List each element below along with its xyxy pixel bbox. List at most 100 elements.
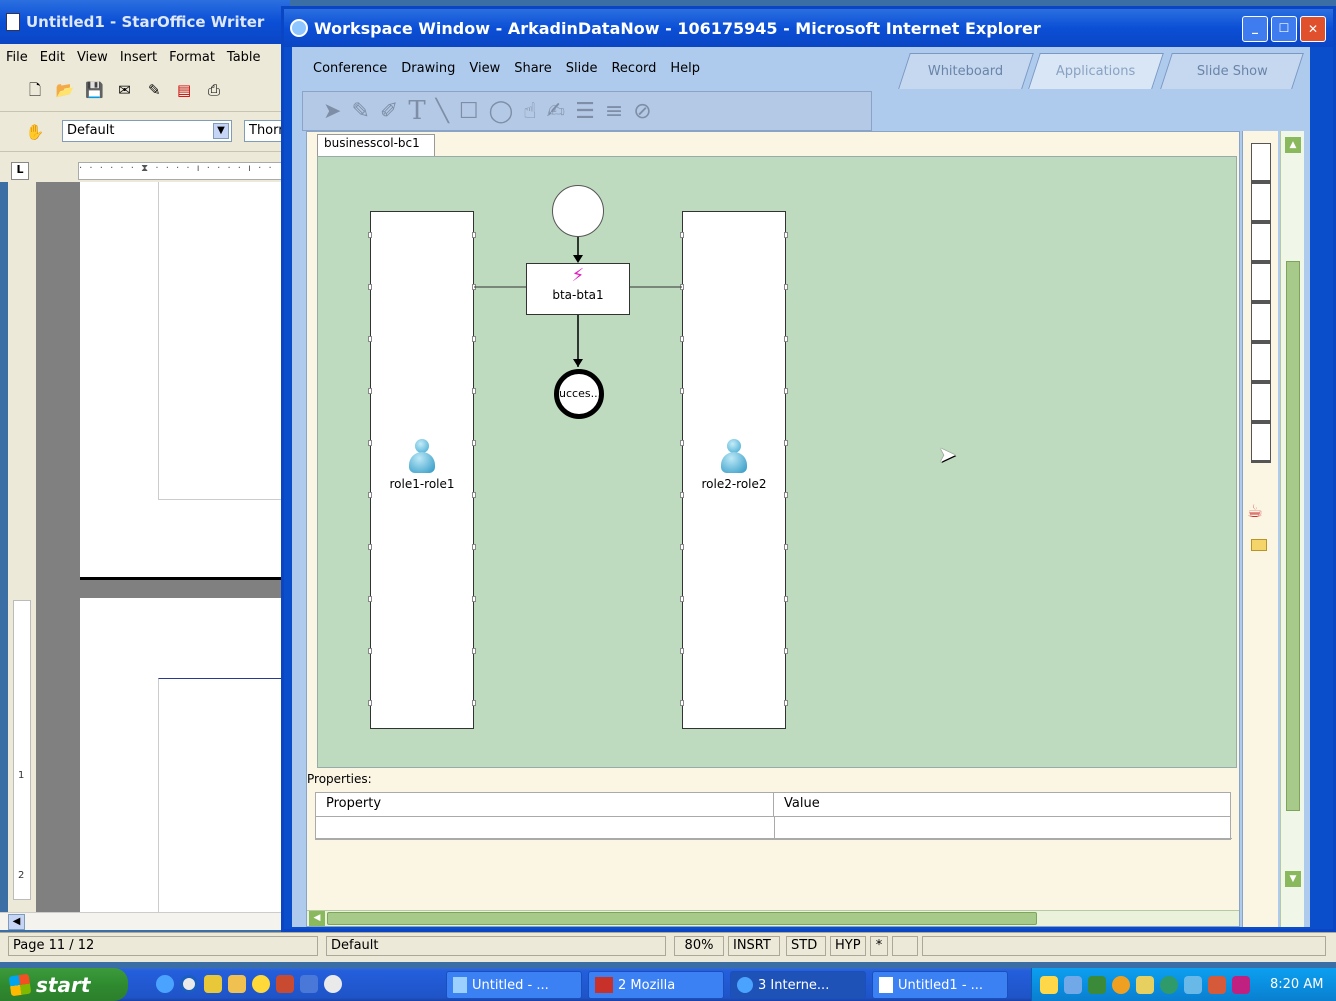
clock[interactable]: 8:20 AM (1270, 977, 1323, 992)
tray-app-icon[interactable] (1232, 975, 1250, 994)
task-mozilla[interactable]: 2 Mozilla (588, 971, 724, 999)
start-button[interactable]: start (0, 968, 128, 1001)
highlighter-tool-icon[interactable]: ✐ (380, 99, 398, 124)
media-player-icon[interactable] (180, 975, 198, 993)
selection-mode[interactable]: STD (786, 936, 826, 956)
edit-file-icon[interactable]: ✎ (144, 80, 164, 100)
tab-whiteboard[interactable]: Whiteboard (898, 53, 1034, 89)
save-icon[interactable]: 💾 (85, 80, 105, 100)
menu-help[interactable]: Help (663, 61, 707, 76)
tray-security-icon[interactable] (1112, 975, 1130, 994)
styles-icon[interactable]: ✋ (25, 122, 45, 142)
line-color-icon[interactable]: ✍ (547, 99, 565, 124)
paint-icon[interactable] (276, 975, 294, 993)
property-column-header[interactable]: Property (316, 793, 774, 817)
tray-chat-icon[interactable] (1184, 975, 1202, 994)
minimize-button[interactable]: _ (1242, 16, 1268, 42)
table-row[interactable] (316, 817, 1232, 839)
writer-menu-insert[interactable]: Insert (114, 50, 163, 65)
menu-slide[interactable]: Slide (559, 61, 605, 76)
horizontal-ruler[interactable]: · · · · · · ⧗ · · · · ı · · · · ı · · (78, 162, 290, 180)
zoom-level[interactable]: 80% (674, 936, 724, 956)
page-1-text-boundary (158, 182, 290, 500)
folder-icon (1251, 539, 1267, 551)
writer-title-bar[interactable]: Untitled1 - StarOffice Writer (0, 0, 290, 44)
export-pdf-icon[interactable]: ▤ (174, 80, 194, 100)
ie-title-bar[interactable]: Workspace Window - ArkadinDataNow - 1061… (284, 9, 1333, 47)
tab-slide-show[interactable]: Slide Show (1160, 53, 1304, 89)
page-style[interactable]: Default (326, 936, 666, 956)
tray-globe-icon[interactable] (1160, 975, 1178, 994)
window-controls: _ ☐ ✕ (1242, 16, 1332, 42)
pointer-tool-icon[interactable]: ➤ (323, 99, 341, 124)
ie-launch-icon[interactable] (156, 975, 174, 993)
tray-java-icon[interactable] (1208, 975, 1226, 994)
task-untitled[interactable]: Untitled - ... (446, 971, 582, 999)
app-launch-icon[interactable] (204, 975, 222, 993)
mozilla-icon (595, 977, 613, 993)
line-tool-icon[interactable]: ╲ (436, 99, 449, 124)
diagram-canvas[interactable]: role1-role1 role2-role2 ⚡ bta-bta1 ucces… (317, 156, 1237, 768)
hand-tool-icon[interactable]: ☝ (523, 99, 536, 124)
tray-mail-icon[interactable] (1040, 975, 1058, 994)
text-tool-icon[interactable]: T (408, 96, 425, 126)
writer-menu-edit[interactable]: Edit (34, 50, 71, 65)
scroll-thumb[interactable] (327, 912, 1037, 925)
diagram-tab[interactable]: businesscol-bc1 (317, 134, 435, 156)
writer-document-area[interactable] (36, 182, 290, 912)
task-staroffice[interactable]: Untitled1 - ... (872, 971, 1008, 999)
value-column-header[interactable]: Value (774, 793, 1230, 817)
scroll-up-icon[interactable]: ▲ (1285, 137, 1301, 153)
scroll-down-icon[interactable]: ▼ (1285, 871, 1301, 887)
rectangle-tool-icon[interactable]: ☐ (459, 99, 479, 124)
start-event[interactable] (552, 185, 604, 237)
email-icon[interactable]: ✉ (114, 80, 134, 100)
new-document-icon[interactable]: 🗋 (25, 80, 45, 100)
scroll-left-icon[interactable]: ◀ (8, 914, 25, 930)
close-button[interactable]: ✕ (1300, 16, 1326, 42)
menu-view[interactable]: View (462, 61, 507, 76)
properties-table[interactable]: Property Value (315, 792, 1232, 840)
task-node[interactable]: ⚡ bta-bta1 (526, 263, 630, 315)
print-icon[interactable]: ⎙ (204, 80, 224, 100)
writer-menu-file[interactable]: File (0, 50, 34, 65)
ellipse-tool-icon[interactable]: ◯ (489, 99, 514, 124)
diagram-connectors (474, 235, 682, 367)
insert-mode[interactable]: INSRT (728, 936, 780, 956)
task-internet-explorer[interactable]: 3 Interne... (730, 971, 866, 999)
vertical-ruler[interactable]: 1 2 (8, 182, 36, 912)
smiley-icon[interactable] (252, 975, 270, 993)
maximize-button[interactable]: ☐ (1271, 16, 1297, 42)
firefox-icon[interactable] (324, 975, 342, 993)
scroll-left-icon[interactable]: ◀ (309, 911, 325, 926)
line-style-icon[interactable]: ≡ (605, 99, 623, 124)
open-folder-icon[interactable]: 📂 (55, 80, 75, 100)
writer-menu-format[interactable]: Format (163, 50, 221, 65)
shared-application-area[interactable]: businesscol-bc1 role1-role1 role2-role2 (306, 131, 1301, 927)
menu-record[interactable]: Record (604, 61, 663, 76)
canvas-hscroll[interactable]: ◀ ▶ (307, 910, 1301, 926)
line-width-icon[interactable]: ☰ (575, 99, 595, 124)
pen-tool-icon[interactable]: ✎ (351, 99, 369, 124)
tray-antivirus-icon[interactable] (1088, 975, 1106, 994)
menu-share[interactable]: Share (507, 61, 559, 76)
tray-sync-icon[interactable] (1136, 975, 1154, 994)
ruler-corner[interactable]: L (11, 162, 29, 180)
menu-drawing[interactable]: Drawing (394, 61, 462, 76)
tab-applications[interactable]: Applications (1028, 53, 1164, 89)
clear-icon[interactable]: ⊘ (633, 99, 651, 124)
writer-hscroll[interactable]: ◀ (0, 912, 290, 930)
tray-network-icon[interactable] (1064, 975, 1082, 994)
writer-menu-view[interactable]: View (71, 50, 114, 65)
writer-status-bar: Page 11 / 12 Default 80% INSRT STD HYP * (0, 932, 1336, 962)
chevron-down-icon[interactable]: ▼ (213, 123, 229, 139)
right-panel-vscroll[interactable]: ▲ ▼ (1280, 131, 1304, 927)
messenger-icon[interactable] (228, 975, 246, 993)
scroll-thumb[interactable] (1286, 261, 1300, 811)
end-event[interactable]: ucces... (554, 369, 604, 419)
outlook-icon[interactable] (300, 975, 318, 993)
paragraph-style-combo[interactable]: Default ▼ (62, 120, 232, 142)
hyperlink-mode[interactable]: HYP (830, 936, 866, 956)
writer-menu-table[interactable]: Table (221, 50, 267, 65)
menu-conference[interactable]: Conference (306, 61, 394, 76)
